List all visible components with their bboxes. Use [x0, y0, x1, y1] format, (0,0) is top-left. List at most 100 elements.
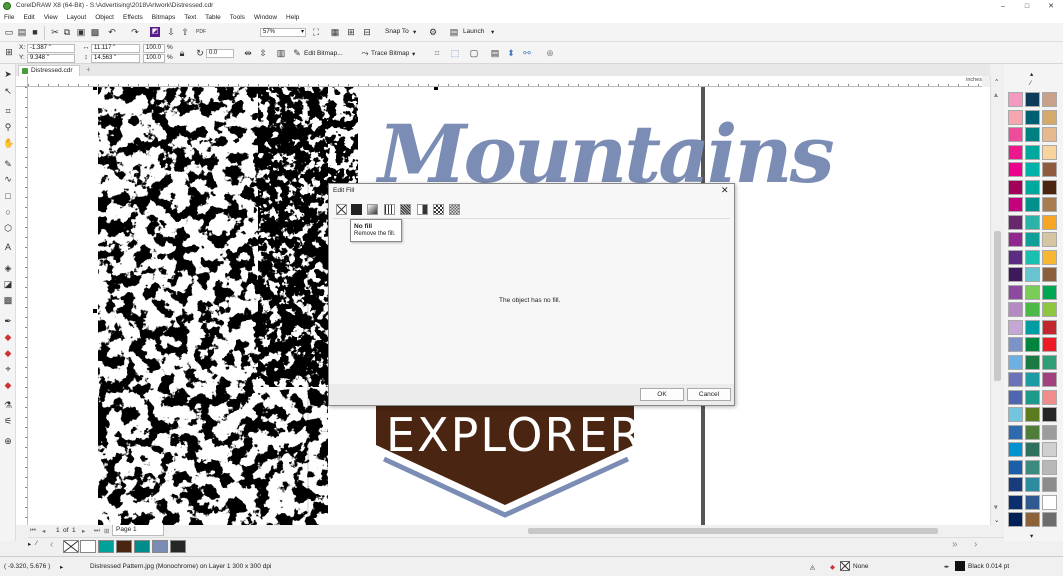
redo-icon[interactable]: ↷: [130, 27, 140, 37]
outline-color-swatch[interactable]: [955, 561, 965, 571]
prev-page-icon[interactable]: ◂: [42, 527, 45, 535]
zoom-tool-icon[interactable]: ⚲: [3, 122, 13, 132]
palette-swatch[interactable]: [1042, 92, 1057, 107]
uniform-fill-tab[interactable]: [351, 204, 362, 215]
copy-icon[interactable]: ⧉: [62, 27, 72, 37]
mesh-fill-icon[interactable]: ◆: [3, 380, 13, 390]
palette-swatch[interactable]: [1025, 407, 1040, 422]
palette-swatch[interactable]: [1042, 162, 1057, 177]
palette-swatch[interactable]: [1008, 319, 1023, 335]
cut-icon[interactable]: ✂: [50, 27, 60, 37]
menu-table[interactable]: Table: [205, 14, 221, 21]
palette-swatch[interactable]: [1008, 354, 1023, 370]
scroll-down-icon[interactable]: ⌄: [994, 516, 999, 524]
pick-tool-icon[interactable]: ➤: [3, 69, 13, 79]
bitmap-pattern-fill-tab[interactable]: [400, 204, 411, 215]
palette-swatch[interactable]: [1008, 302, 1023, 317]
texture-fill-tab[interactable]: [433, 204, 444, 215]
palette-swatch[interactable]: [1025, 284, 1040, 300]
palette-swatch[interactable]: [1042, 302, 1057, 317]
palette-swatch[interactable]: [1025, 214, 1040, 230]
scroll-bottom-icon[interactable]: ⩔: [994, 504, 998, 512]
eyedropper-icon[interactable]: ⁄: [1030, 80, 1031, 87]
fountain-fill-tab[interactable]: [367, 204, 378, 215]
options-gear-icon[interactable]: ⚙: [428, 27, 438, 37]
palette-swatch[interactable]: [1042, 477, 1057, 492]
recent-color-swatch[interactable]: [152, 540, 168, 553]
vertical-scrollbar[interactable]: ⌃ ⩓ ⩔ ⌄: [990, 76, 1004, 525]
page-tab[interactable]: Page 1: [112, 525, 164, 536]
menu-file[interactable]: File: [4, 14, 14, 21]
launch-app-icon[interactable]: ▤: [449, 27, 459, 37]
bounding-box-icon[interactable]: ▢: [469, 48, 479, 58]
palette-swatch[interactable]: [1042, 407, 1057, 422]
palette-swatch[interactable]: [1008, 127, 1023, 142]
palette-swatch[interactable]: [1025, 302, 1040, 317]
palette-swatch[interactable]: [1042, 214, 1057, 230]
lock-ratio-icon[interactable]: 🔒︎: [177, 48, 187, 58]
palette-swatch[interactable]: [1025, 162, 1040, 177]
no-fill-swatch[interactable]: [63, 540, 79, 553]
palette-swatch[interactable]: [1008, 232, 1023, 247]
connector-tool-icon[interactable]: ⚟: [3, 416, 13, 426]
menu-layout[interactable]: Layout: [67, 14, 87, 21]
next-page-icon[interactable]: ▸: [82, 527, 85, 535]
menu-window[interactable]: Window: [254, 14, 277, 21]
menu-text[interactable]: Text: [184, 14, 196, 21]
palette-swatch[interactable]: [1042, 319, 1057, 335]
palette-swatch[interactable]: [1008, 162, 1023, 177]
palette-swatch[interactable]: [1025, 232, 1040, 247]
palette-swatch[interactable]: [1025, 249, 1040, 265]
show-rulers-icon[interactable]: ▦: [330, 27, 340, 37]
palette-swatch[interactable]: [1025, 109, 1040, 125]
first-page-icon[interactable]: ⏮: [30, 527, 36, 535]
eyedropper-icon[interactable]: ⁄: [36, 540, 37, 547]
palette-swatch[interactable]: [1025, 477, 1040, 492]
crop-tool-icon[interactable]: ⌗: [3, 106, 13, 116]
scroll-end-icon[interactable]: ›: [974, 539, 977, 550]
horizontal-ruler[interactable]: inches: [28, 76, 982, 87]
palette-swatch[interactable]: [1042, 459, 1057, 475]
snap-to-dropdown[interactable]: Snap To: [385, 28, 409, 35]
launch-dropdown[interactable]: Launch: [463, 28, 484, 35]
export-icon[interactable]: ⇧: [180, 27, 190, 37]
outline-pen-icon[interactable]: ✒: [944, 563, 949, 571]
palette-swatch[interactable]: [1008, 92, 1023, 107]
menu-effects[interactable]: Effects: [123, 14, 143, 21]
selection-handle[interactable]: [264, 87, 268, 90]
crop-bitmap-icon[interactable]: ⌗: [432, 48, 442, 58]
mirror-horizontal-icon[interactable]: ⇹: [243, 48, 253, 58]
smart-fill-icon[interactable]: ◆: [3, 348, 13, 358]
publish-pdf-icon[interactable]: PDF: [196, 27, 206, 37]
open-icon[interactable]: ▤: [17, 27, 27, 37]
selection-handle[interactable]: [93, 309, 97, 313]
add-document-button[interactable]: +: [86, 65, 91, 74]
palette-swatch[interactable]: [1025, 512, 1040, 527]
palette-swatch[interactable]: [1042, 179, 1057, 195]
palette-swatch[interactable]: [1008, 197, 1023, 212]
vertical-scroll-thumb[interactable]: [994, 231, 1001, 381]
palette-swatch[interactable]: [1025, 144, 1040, 160]
search-content-icon[interactable]: ◩: [150, 27, 160, 37]
paste-special-icon[interactable]: ▩: [90, 27, 100, 37]
palette-swatch[interactable]: [1042, 144, 1057, 160]
selection-handle[interactable]: [434, 87, 438, 90]
menu-bitmaps[interactable]: Bitmaps: [152, 14, 175, 21]
palette-swatch[interactable]: [1008, 109, 1023, 125]
palette-swatch[interactable]: [1008, 459, 1023, 475]
palette-swatch[interactable]: [1008, 372, 1023, 387]
palette-swatch[interactable]: [1008, 424, 1023, 440]
recent-color-swatch[interactable]: [80, 540, 96, 553]
palette-swatch[interactable]: [1042, 442, 1057, 457]
x-position-field[interactable]: -1.387 ": [27, 44, 75, 53]
menu-tools[interactable]: Tools: [230, 14, 245, 21]
scroll-top-icon[interactable]: ⩓: [994, 92, 998, 100]
menu-object[interactable]: Object: [95, 14, 114, 21]
scroll-up-icon[interactable]: ⌃: [994, 78, 999, 86]
rotation-field[interactable]: 0.0: [206, 49, 234, 58]
show-guidelines-icon[interactable]: ⊟: [362, 27, 372, 37]
palette-swatch[interactable]: [1025, 494, 1040, 510]
palette-swatch[interactable]: [1042, 354, 1057, 370]
rectangle-tool-icon[interactable]: □: [3, 191, 13, 201]
add-tool-icon[interactable]: ⊕: [3, 436, 13, 446]
